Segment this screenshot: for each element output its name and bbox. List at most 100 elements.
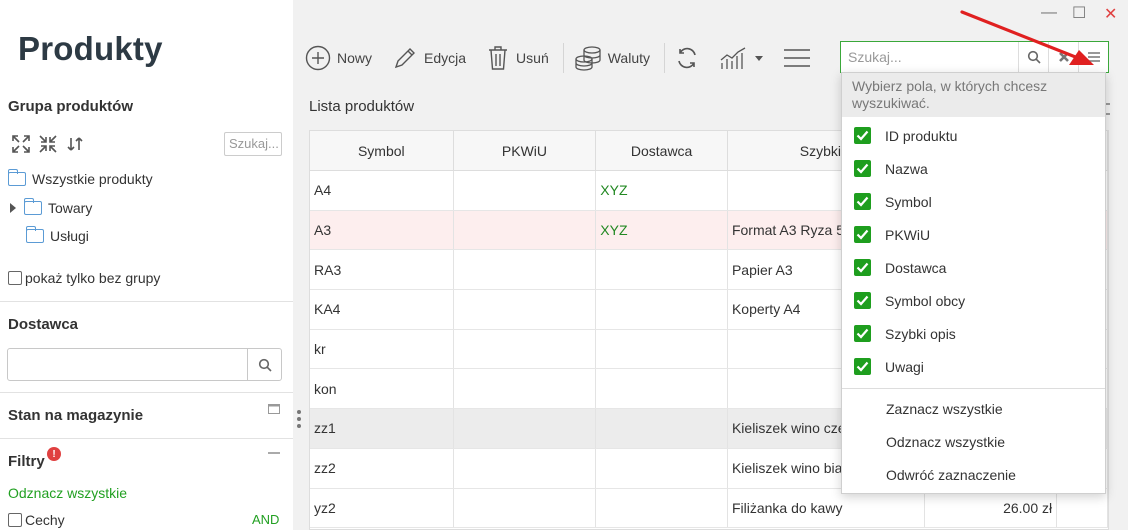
cell-pkwiu — [454, 448, 597, 488]
tree-item-goods[interactable]: Towary — [10, 198, 93, 216]
supplier-search-button[interactable] — [247, 349, 281, 380]
coins-icon — [575, 46, 601, 71]
deselect-all-link[interactable]: Odznacz wszystkie — [8, 485, 127, 501]
refresh-tree-icon[interactable] — [64, 133, 85, 154]
invert-selection-action[interactable]: Odwróć zaznaczenie — [886, 467, 1016, 483]
checkbox-checked-icon[interactable] — [854, 226, 871, 243]
table-row[interactable]: yz2 Filiżanka do kawy 26.00 zł — [310, 488, 1108, 529]
plus-circle-icon — [305, 45, 331, 71]
field-option-label: ID produktu — [885, 127, 958, 144]
cell-symbol: zz1 — [310, 409, 454, 448]
and-operator[interactable]: AND — [252, 512, 279, 527]
field-option[interactable]: Szybki opis — [854, 325, 956, 342]
search-icon — [258, 358, 272, 372]
collapse-all-icon[interactable] — [37, 133, 58, 154]
folder-icon — [25, 226, 44, 243]
divider — [0, 438, 293, 439]
warning-badge: ! — [47, 447, 61, 461]
column-header-pkwiu[interactable]: PKWiU — [454, 131, 597, 170]
annotation-arrow-icon — [960, 10, 1094, 65]
only-without-group-checkbox[interactable]: pokaż tylko bez grupy — [8, 270, 160, 286]
dropdown-separator — [842, 388, 1105, 389]
tree-search-input[interactable]: Szukaj... — [224, 132, 282, 156]
checkbox[interactable] — [8, 513, 22, 527]
checkbox-checked-icon[interactable] — [854, 193, 871, 210]
field-option-label: PKWiU — [885, 226, 931, 243]
checkbox[interactable] — [8, 271, 22, 285]
checkbox-label: pokaż tylko bez grupy — [25, 270, 161, 286]
currencies-button[interactable]: Waluty — [574, 45, 650, 71]
checkbox-label: Cechy — [25, 512, 65, 528]
cell-pkwiu — [454, 409, 597, 448]
cell-supplier — [596, 290, 728, 329]
cell-symbol: yz2 — [310, 488, 454, 528]
field-option-label: Szybki opis — [885, 325, 956, 342]
caret-right-icon[interactable] — [10, 203, 16, 213]
checkbox-checked-icon[interactable] — [854, 292, 871, 309]
cell-symbol: KA4 — [310, 290, 454, 329]
cell-symbol: A3 — [310, 210, 454, 250]
refresh-button[interactable] — [675, 46, 699, 70]
currencies-label: Waluty — [607, 50, 651, 66]
supplier-input[interactable] — [7, 348, 282, 381]
tree-item-label: Usługi — [50, 228, 89, 244]
cell-symbol: A4 — [310, 171, 454, 210]
folder-icon — [7, 169, 26, 186]
toolbar-separator — [664, 43, 666, 73]
cell-pkwiu — [454, 250, 597, 290]
features-checkbox[interactable]: Cechy — [8, 512, 65, 528]
folder-icon — [23, 198, 42, 215]
divider — [0, 392, 293, 393]
field-option[interactable]: PKWiU — [854, 226, 930, 243]
field-option[interactable]: Dostawca — [854, 259, 946, 276]
cell-supplier — [596, 448, 728, 488]
splitter-handle-icon[interactable] — [297, 410, 301, 428]
delete-button[interactable]: Usuń — [486, 44, 549, 72]
select-all-action[interactable]: Zaznacz wszystkie — [886, 401, 1003, 417]
refresh-icon — [678, 47, 696, 69]
divider — [0, 301, 293, 302]
field-option[interactable]: Nazwa — [854, 160, 928, 177]
chart-icon — [720, 47, 746, 69]
toolbar-separator — [562, 43, 564, 73]
sidebar: Produkty Grupa produktów Szukaj... Wszys… — [0, 0, 293, 530]
checkbox-checked-icon[interactable] — [854, 259, 871, 276]
edit-label: Edycja — [424, 50, 467, 66]
cell-pkwiu — [454, 171, 597, 210]
field-option[interactable]: Symbol obcy — [854, 292, 965, 309]
checkbox-checked-icon[interactable] — [854, 160, 871, 177]
maximize-section-icon[interactable] — [268, 404, 280, 414]
field-option[interactable]: Symbol — [854, 193, 932, 210]
field-option[interactable]: ID produktu — [854, 127, 957, 144]
checkbox-checked-icon[interactable] — [854, 358, 871, 375]
tree-item-all-products[interactable]: Wszystkie produkty — [7, 169, 153, 187]
expand-all-icon[interactable] — [10, 133, 31, 154]
list-title: Lista produktów — [309, 98, 415, 115]
cell-pkwiu — [454, 369, 597, 409]
edit-button[interactable]: Edycja — [392, 45, 466, 71]
checkbox-checked-icon[interactable] — [854, 325, 871, 342]
menu-button[interactable] — [783, 48, 811, 68]
stock-title: Stan na magazynie — [8, 407, 144, 424]
cell-supplier — [596, 488, 728, 528]
field-option-label: Nazwa — [885, 160, 928, 177]
filters-title: Filtry — [8, 453, 45, 470]
cell-quick-desc: Filiżanka do kawy — [728, 488, 926, 528]
checkbox-checked-icon[interactable] — [854, 127, 871, 144]
field-option[interactable]: Uwagi — [854, 358, 924, 375]
cell-supplier — [596, 329, 728, 369]
cell-symbol: RA3 — [310, 250, 454, 290]
pencil-icon — [394, 48, 416, 69]
deselect-all-action[interactable]: Odznacz wszystkie — [886, 434, 1005, 450]
cell-symbol: zz2 — [310, 448, 454, 488]
minimize-section-icon[interactable] — [268, 452, 280, 454]
new-button[interactable]: Nowy — [305, 45, 372, 71]
tree-item-label: Towary — [48, 200, 93, 216]
column-header-supplier[interactable]: Dostawca — [596, 131, 728, 170]
field-option-label: Dostawca — [885, 259, 947, 276]
toolbar: Nowy Edycja Usuń Waluty — [305, 40, 831, 76]
column-header-symbol[interactable]: Symbol — [310, 131, 454, 170]
chart-dropdown-button[interactable] — [719, 45, 764, 71]
tree-tools — [10, 133, 85, 154]
tree-item-services[interactable]: Usługi — [25, 226, 89, 244]
